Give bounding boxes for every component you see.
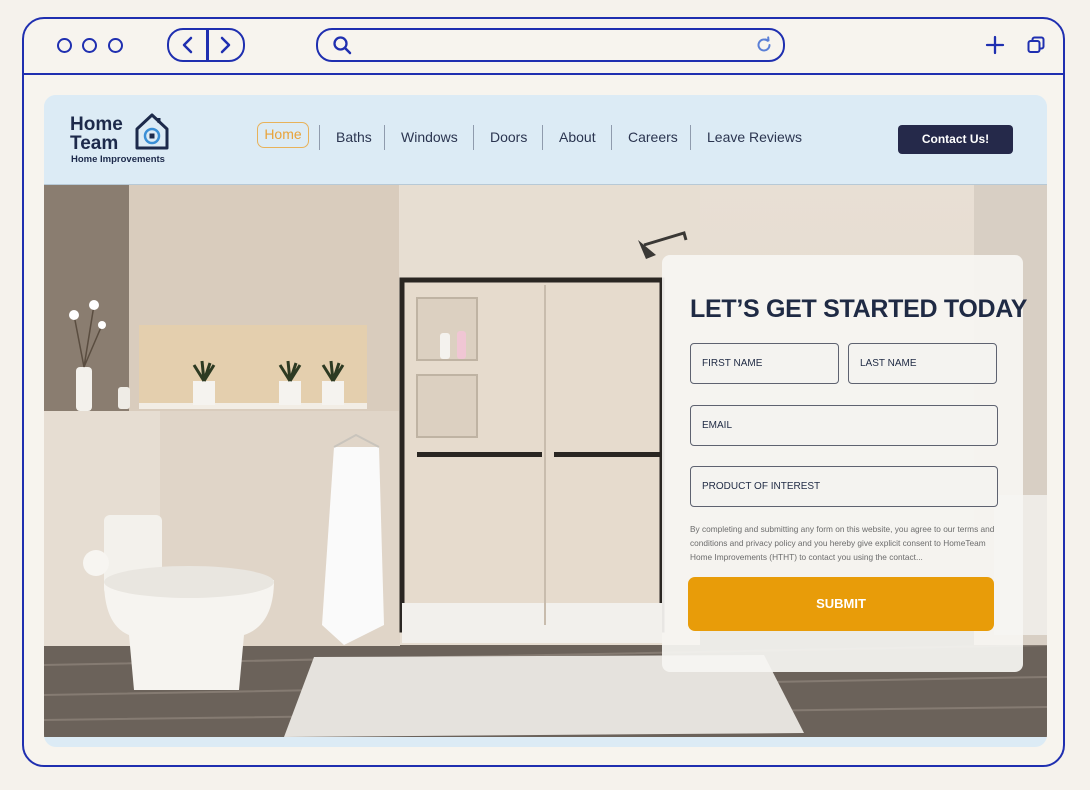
logo-text-line1: Home [70,114,123,135]
nav-item-doors[interactable]: Doors [490,128,527,146]
nav-separator [542,125,543,150]
nav-item-windows[interactable]: Windows [401,128,458,146]
logo-tagline: Home Improvements [71,154,165,165]
history-nav [167,28,245,62]
browser-window: Home Team Home Improvements Home Baths W… [22,17,1065,767]
tabs-icon[interactable] [1026,35,1046,55]
nav-item-leave-reviews[interactable]: Leave Reviews [707,128,802,146]
browser-toolbar [24,19,1063,75]
chevron-left-icon[interactable] [177,34,199,56]
submit-button[interactable]: SUBMIT [688,577,994,631]
nav-item-baths[interactable]: Baths [336,128,372,146]
contact-us-button[interactable]: Contact Us! [898,125,1013,154]
last-name-field[interactable]: LAST NAME [848,343,997,384]
nav-separator [690,125,691,150]
first-name-field[interactable]: FIRST NAME [690,343,839,384]
window-control-dot[interactable] [82,38,97,53]
nav-separator [384,125,385,150]
window-control-dot[interactable] [108,38,123,53]
nav-separator [611,125,612,150]
reload-icon[interactable] [754,35,774,55]
form-title: LET’S GET STARTED TODAY [690,295,1028,323]
email-field[interactable]: EMAIL [690,405,998,446]
nav-item-careers[interactable]: Careers [628,128,678,146]
site-header: Home Team Home Improvements Home Baths W… [44,95,1047,185]
quote-form: LET’S GET STARTED TODAY FIRST NAME LAST … [662,255,1027,672]
address-bar[interactable] [316,28,785,62]
nav-item-home[interactable]: Home [257,122,309,148]
window-control-dot[interactable] [57,38,72,53]
consent-text: By completing and submitting any form on… [690,524,995,562]
website-page: Home Team Home Improvements Home Baths W… [44,95,1047,747]
hero-bathroom-image: LET’S GET STARTED TODAY FIRST NAME LAST … [44,185,1047,737]
nav-item-about[interactable]: About [559,128,596,146]
chevron-right-icon[interactable] [214,34,236,56]
logo-text-line2: Team [70,133,119,154]
nav-divider [206,30,209,60]
search-icon [333,36,352,55]
nav-separator [473,125,474,150]
house-icon [135,113,169,150]
product-of-interest-field[interactable]: PRODUCT OF INTEREST [690,466,998,507]
nav-separator [319,125,320,150]
plus-icon[interactable] [985,35,1005,55]
